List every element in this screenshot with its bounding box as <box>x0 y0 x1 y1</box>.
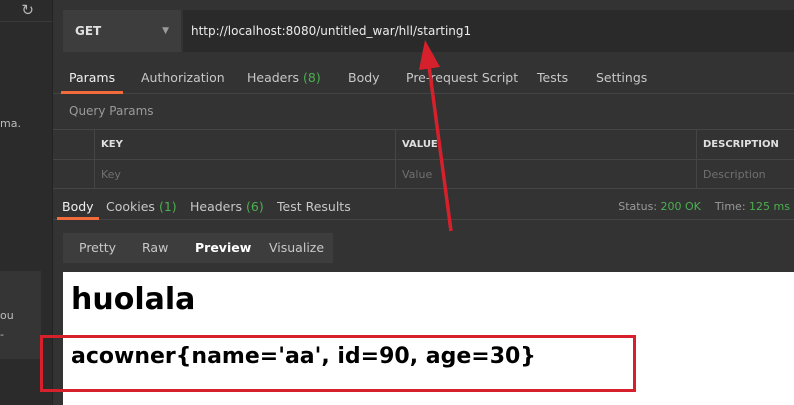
arrow-shaft <box>427 65 453 232</box>
arrow-head <box>419 40 440 70</box>
annotation-arrow <box>419 40 453 232</box>
